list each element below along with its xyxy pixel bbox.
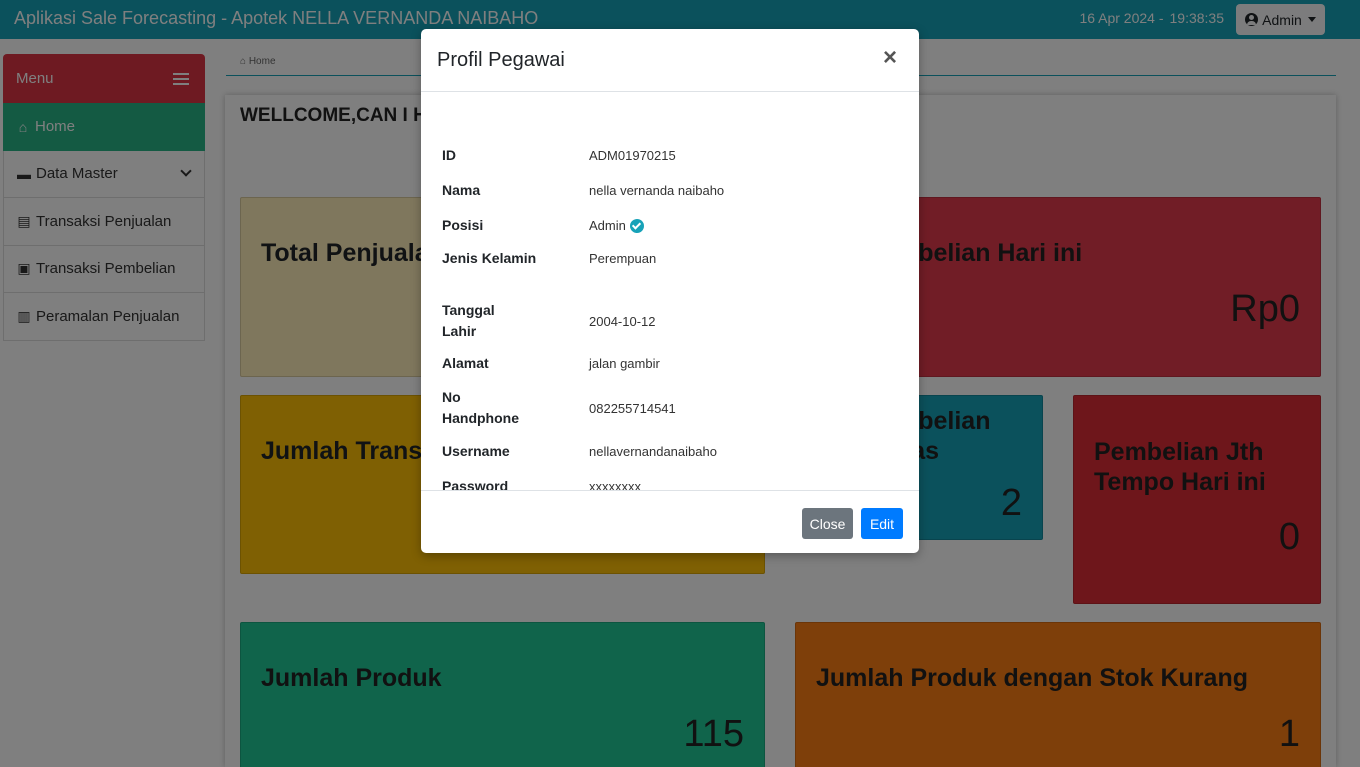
field-label: Nama [442, 182, 481, 198]
field-label: ID [442, 147, 456, 163]
field-value: Perempuan [589, 251, 657, 266]
field-value: jalan gambir [589, 356, 660, 371]
field-label: Alamat [442, 355, 489, 371]
profile-row-no-handphone: No Handphone 082255714541 [442, 387, 902, 429]
field-label: Tanggal Lahir [442, 302, 495, 339]
profile-row-jenis-kelamin: Jenis Kelamin Perempuan [442, 248, 902, 269]
close-icon[interactable]: × [883, 46, 897, 70]
profile-modal: Profil Pegawai × ID ADM01970215 Nama nel… [421, 29, 919, 553]
profile-row-id: ID ADM01970215 [442, 145, 902, 166]
profile-row-nama: Nama nella vernanda naibaho [442, 180, 902, 201]
field-value: 082255714541 [589, 400, 676, 416]
field-label: Posisi [442, 217, 484, 233]
field-value: nella vernanda naibaho [589, 183, 725, 198]
field-value: 2004-10-12 [589, 313, 656, 329]
field-value: Admin [589, 218, 644, 233]
field-value: ADM01970215 [589, 148, 676, 163]
profile-row-tanggal-lahir: Tanggal Lahir 2004-10-12 [442, 300, 902, 342]
profile-row-posisi: Posisi Admin [442, 215, 902, 236]
modal-footer: Close Edit [421, 490, 919, 553]
close-button[interactable]: Close [802, 508, 853, 539]
field-label: No Handphone [442, 389, 519, 426]
verified-check-icon [629, 218, 644, 233]
posisi-text: Admin [589, 218, 626, 233]
modal-title: Profil Pegawai [437, 49, 565, 71]
profile-row-username: Username nellavernandanaibaho [442, 441, 902, 462]
profile-row-alamat: Alamat jalan gambir [442, 353, 902, 374]
modal-body: ID ADM01970215 Nama nella vernanda naiba… [421, 92, 919, 494]
field-label: Username [442, 443, 510, 459]
field-label: Jenis Kelamin [442, 250, 537, 266]
field-value: nellavernandanaibaho [589, 444, 717, 459]
edit-button[interactable]: Edit [861, 508, 903, 539]
modal-header: Profil Pegawai × [421, 29, 919, 92]
